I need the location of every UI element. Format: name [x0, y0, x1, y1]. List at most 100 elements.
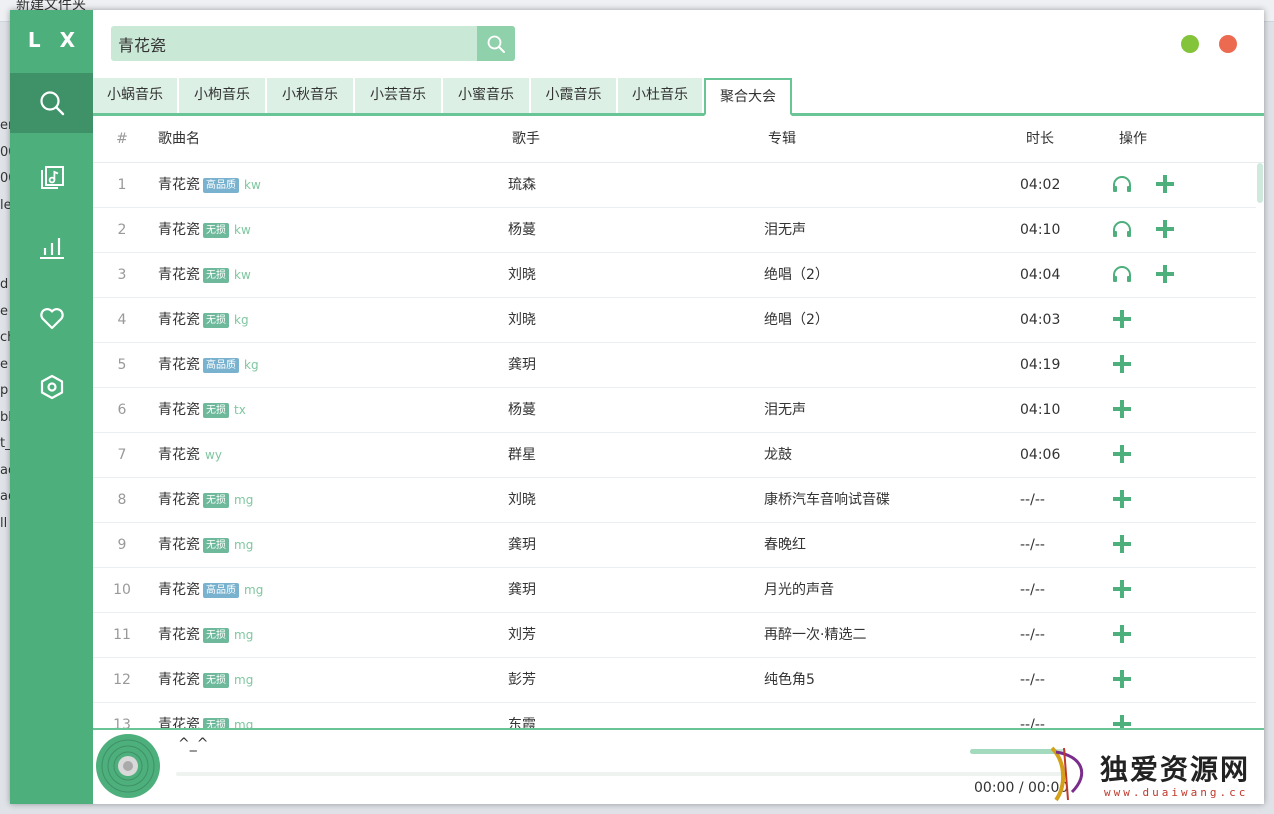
- quality-badge: 高品质: [203, 583, 239, 598]
- table-row[interactable]: 5 青花瓷 高品质 kg 龚玥 04:19: [93, 343, 1256, 388]
- song-name-cell: 青花瓷 无损 mg: [158, 613, 253, 658]
- add-button[interactable]: [1111, 714, 1133, 728]
- plus-icon: [1112, 444, 1132, 468]
- add-button[interactable]: [1111, 444, 1133, 468]
- add-button[interactable]: [1111, 579, 1133, 602]
- song-name: 青花瓷: [158, 447, 200, 463]
- song-name: 青花瓷: [158, 537, 200, 553]
- add-button[interactable]: [1111, 624, 1133, 647]
- add-button[interactable]: [1111, 534, 1133, 557]
- source-tag: mg: [244, 583, 264, 597]
- album-cell: 月光的声音: [764, 582, 834, 598]
- song-name: 青花瓷: [158, 582, 200, 598]
- main-panel: 小蜗音乐 小枸音乐 小秋音乐 小芸音乐 小蜜音乐 小霞音乐 小杜音乐 聚合大会 …: [93, 10, 1264, 804]
- song-name-cell: 青花瓷 wy: [158, 433, 222, 478]
- song-name: 青花瓷: [158, 357, 200, 373]
- search-input[interactable]: [111, 26, 477, 61]
- table-row[interactable]: 9 青花瓷 无损 mg 龚玥 春晚红 --/--: [93, 523, 1256, 568]
- quality-badge: 无损: [203, 493, 229, 508]
- table-row[interactable]: 11 青花瓷 无损 mg 刘芳 再醉一次·精选二 --/--: [93, 613, 1256, 658]
- progress-bar[interactable]: [176, 772, 1066, 776]
- add-button[interactable]: [1111, 399, 1133, 422]
- minimize-button[interactable]: [1181, 35, 1199, 53]
- quality-badge: 无损: [203, 628, 229, 643]
- table-row[interactable]: 6 青花瓷 无损 tx 杨蔓 泪无声 04:10: [93, 388, 1256, 433]
- sidebar-item-search[interactable]: [10, 73, 93, 133]
- table-row[interactable]: 10 青花瓷 高品质 mg 龚玥 月光的声音 --/--: [93, 568, 1256, 613]
- source-tag: mg: [234, 538, 254, 552]
- song-name: 青花瓷: [158, 672, 200, 688]
- duration-cell: --/--: [1020, 672, 1045, 688]
- table-row[interactable]: 12 青花瓷 无损 mg 彭芳 纯色角5 --/--: [93, 658, 1256, 703]
- add-button[interactable]: [1154, 264, 1176, 288]
- listen-button[interactable]: [1111, 265, 1133, 287]
- table-row[interactable]: 7 青花瓷 wy 群星 龙鼓 04:06: [93, 433, 1256, 478]
- table-row[interactable]: 2 青花瓷 无损 kw 杨蔓 泪无声 04:10: [93, 208, 1256, 253]
- singer-cell: 东霞: [508, 717, 536, 728]
- search-button[interactable]: [477, 26, 515, 61]
- tab-source-1[interactable]: 小蜗音乐: [93, 78, 179, 113]
- album-cell: 泪无声: [764, 222, 806, 238]
- row-number: 2: [117, 222, 127, 238]
- sidebar-item-favorites[interactable]: [10, 288, 93, 348]
- row-number: 12: [113, 672, 131, 688]
- row-actions: [1111, 208, 1197, 253]
- col-num: #: [116, 131, 128, 147]
- tab-source-3[interactable]: 小秋音乐: [267, 78, 355, 113]
- tab-source-2[interactable]: 小枸音乐: [179, 78, 267, 113]
- tab-source-6[interactable]: 小霞音乐: [531, 78, 618, 113]
- add-button[interactable]: [1111, 669, 1133, 692]
- add-button[interactable]: [1154, 174, 1176, 197]
- song-list: 1 青花瓷 高品质 kw 琉森 04:02 2 青花瓷 无损 kw 杨蔓 泪无声 04:10 3 青花瓷 无损…: [93, 163, 1256, 728]
- source-tag: mg: [234, 628, 254, 642]
- scrollbar-thumb[interactable]: [1257, 163, 1263, 203]
- tab-source-7[interactable]: 小杜音乐: [618, 78, 704, 113]
- col-song-name: 歌曲名: [158, 131, 200, 147]
- add-button[interactable]: [1111, 489, 1133, 512]
- headphones-icon: [1112, 220, 1132, 242]
- table-row[interactable]: 4 青花瓷 无损 kg 刘晓 绝唱（2） 04:03: [93, 298, 1256, 343]
- scrollbar[interactable]: [1256, 163, 1264, 728]
- sidebar-item-leaderboard[interactable]: [10, 218, 93, 278]
- tab-source-4[interactable]: 小芸音乐: [355, 78, 443, 113]
- album-cell: 春晚红: [764, 537, 806, 553]
- singer-cell: 杨蔓: [508, 222, 536, 238]
- table-row[interactable]: 3 青花瓷 无损 kw 刘晓 绝唱（2） 04:04: [93, 253, 1256, 298]
- source-tag: wy: [205, 448, 222, 462]
- table-row[interactable]: 13 青花瓷 无损 mg 东霞 --/--: [93, 703, 1256, 728]
- plus-icon: [1155, 264, 1175, 288]
- tab-source-aggregate[interactable]: 聚合大会: [704, 78, 792, 116]
- quality-badge: 无损: [203, 718, 229, 728]
- col-singer: 歌手: [512, 131, 540, 147]
- duration-cell: 04:03: [1020, 312, 1061, 328]
- row-actions: [1111, 703, 1154, 728]
- listen-button[interactable]: [1111, 220, 1133, 242]
- singer-cell: 刘晓: [508, 267, 536, 283]
- row-actions: [1111, 613, 1154, 658]
- tab-source-5[interactable]: 小蜜音乐: [443, 78, 531, 113]
- song-name-cell: 青花瓷 无损 mg: [158, 523, 253, 568]
- row-actions: [1111, 163, 1197, 208]
- listen-button[interactable]: [1111, 175, 1133, 197]
- heart-icon: [39, 308, 64, 330]
- add-button[interactable]: [1111, 354, 1133, 377]
- table-row[interactable]: 8 青花瓷 无损 mg 刘晓 康桥汽车音响试音碟 --/--: [93, 478, 1256, 523]
- quality-badge: 无损: [203, 268, 229, 283]
- song-name: 青花瓷: [158, 222, 200, 238]
- sidebar-item-settings[interactable]: [10, 357, 93, 417]
- quality-badge: 无损: [203, 403, 229, 418]
- search-icon: [487, 35, 505, 53]
- sidebar-item-song-list[interactable]: [10, 148, 93, 208]
- chart-icon: [39, 238, 64, 259]
- add-button[interactable]: [1154, 219, 1176, 242]
- quality-badge: 高品质: [203, 358, 239, 373]
- row-number: 6: [117, 402, 127, 418]
- album-disc-icon[interactable]: [95, 733, 161, 799]
- source-tag: mg: [234, 493, 254, 507]
- song-name: 青花瓷: [158, 627, 200, 643]
- close-button[interactable]: [1219, 35, 1237, 53]
- singer-cell: 龚玥: [508, 357, 536, 373]
- table-row[interactable]: 1 青花瓷 高品质 kw 琉森 04:02: [93, 163, 1256, 208]
- add-button[interactable]: [1111, 309, 1133, 332]
- duration-cell: 04:10: [1020, 222, 1061, 238]
